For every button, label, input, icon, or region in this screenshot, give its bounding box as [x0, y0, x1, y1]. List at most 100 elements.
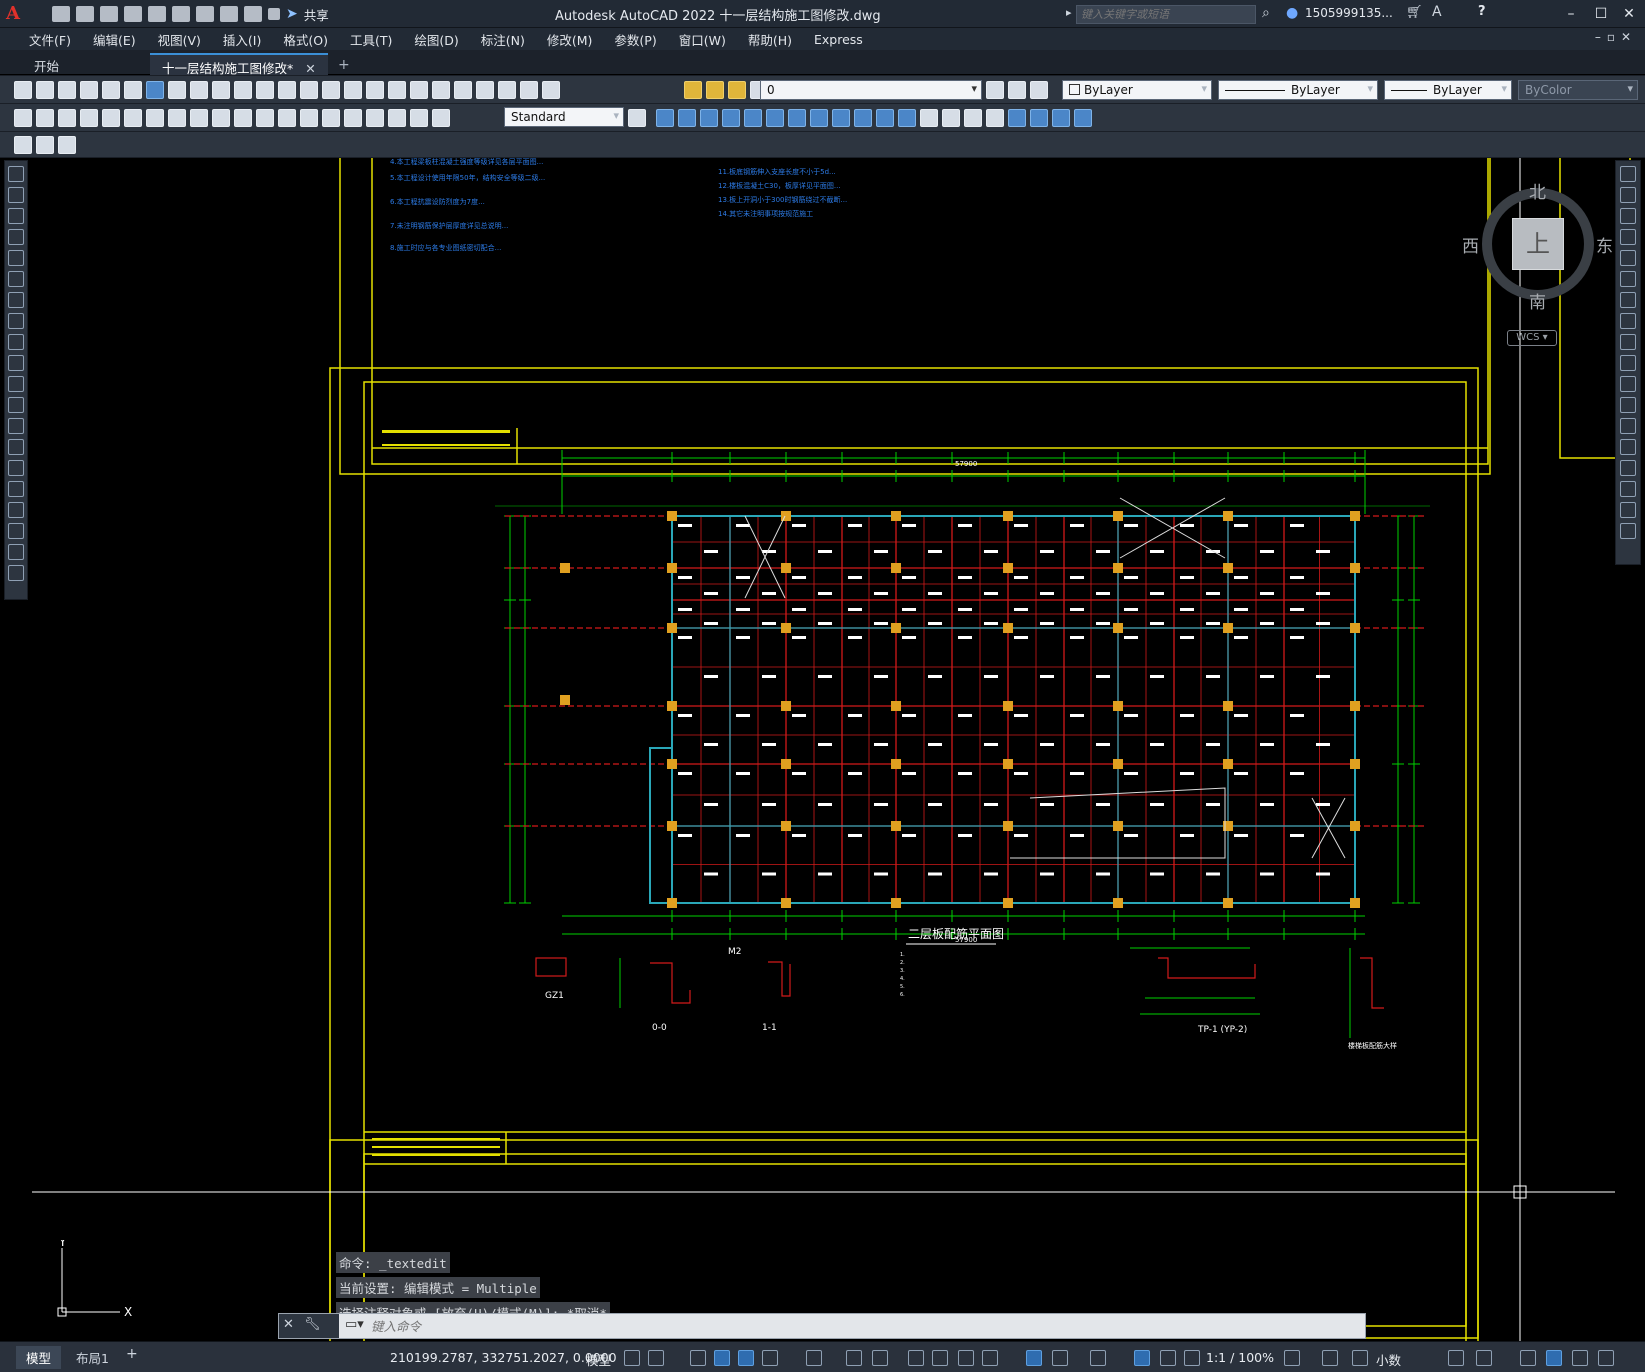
dim-diameter-icon[interactable]	[146, 109, 164, 127]
command-close-icon[interactable]: ✕	[283, 1317, 294, 1332]
menu-help[interactable]: 帮助(H)	[737, 30, 803, 49]
zoom-window-icon[interactable]	[366, 81, 384, 99]
command-input[interactable]	[371, 1317, 1271, 1335]
hatch-icon[interactable]	[8, 460, 24, 476]
paste-icon[interactable]	[212, 81, 230, 99]
annotation-scale-dropdown[interactable]: 1:1 / 100%	[1206, 1350, 1274, 1365]
design-center-icon[interactable]	[432, 81, 450, 99]
autodesk-app-icon[interactable]: A	[1432, 4, 1442, 20]
break-at-point-icon[interactable]	[1620, 397, 1636, 413]
array-icon[interactable]	[1620, 250, 1636, 266]
workspace-save-icon[interactable]	[36, 136, 54, 154]
quick-dim-icon[interactable]	[190, 109, 208, 127]
publish-icon[interactable]	[124, 81, 142, 99]
jogged-linear-icon[interactable]	[366, 109, 384, 127]
tab-drawing[interactable]: 十一层结构施工图修改* ✕	[150, 53, 328, 76]
center-mark-icon[interactable]	[322, 109, 340, 127]
workspace-switch-icon[interactable]	[58, 136, 76, 154]
copy-object-icon[interactable]	[1620, 187, 1636, 203]
insert-block-icon[interactable]	[8, 397, 24, 413]
model-space-toggle[interactable]: 模型	[586, 1350, 611, 1369]
annotation-visibility-icon[interactable]	[1134, 1350, 1150, 1366]
tab-layout1[interactable]: 布局1	[70, 1346, 115, 1369]
scale-icon[interactable]	[1620, 313, 1636, 329]
polygon-icon[interactable]	[8, 229, 24, 245]
plot-icon[interactable]	[196, 6, 214, 22]
qnew-icon[interactable]	[14, 81, 32, 99]
3d-slice-icon[interactable]	[964, 109, 982, 127]
share-icon[interactable]: ➤	[286, 6, 298, 22]
3d-align-icon[interactable]	[1052, 109, 1070, 127]
dim-space-icon[interactable]	[256, 109, 274, 127]
table-icon[interactable]	[8, 523, 24, 539]
dynamic-input-icon[interactable]	[714, 1350, 730, 1366]
3d-array-icon[interactable]	[1074, 109, 1092, 127]
dim-linear-icon[interactable]	[14, 109, 32, 127]
layer-freeze-icon[interactable]	[706, 81, 724, 99]
inspection-icon[interactable]	[344, 109, 362, 127]
compass-north[interactable]: 北	[1529, 178, 1546, 203]
block-editor-icon[interactable]	[256, 81, 274, 99]
help-icon[interactable]	[542, 81, 560, 99]
3d-extrude-icon[interactable]	[810, 109, 828, 127]
make-current-layer-icon[interactable]	[986, 81, 1004, 99]
save-web-icon[interactable]	[172, 6, 190, 22]
properties-icon[interactable]	[410, 81, 428, 99]
close-icon[interactable]: ✕	[1618, 4, 1640, 24]
offset-icon[interactable]	[1620, 229, 1636, 245]
3d-torus-icon[interactable]	[766, 109, 784, 127]
maximize-icon[interactable]: ☐	[1590, 4, 1612, 24]
3d-move-icon[interactable]	[1008, 109, 1026, 127]
units-dropdown[interactable]: 小数	[1376, 1350, 1401, 1369]
gradient-icon[interactable]	[8, 481, 24, 497]
fillet-icon[interactable]	[1620, 481, 1636, 497]
undo-icon[interactable]	[278, 81, 296, 99]
layer-previous-icon[interactable]	[1008, 81, 1026, 99]
3d-section-icon[interactable]	[986, 109, 1004, 127]
mirror-icon[interactable]	[1620, 208, 1636, 224]
tool-palettes-icon[interactable]	[454, 81, 472, 99]
workspace-settings-icon[interactable]	[14, 136, 32, 154]
autocad-logo-icon[interactable]: A	[6, 3, 28, 25]
extend-icon[interactable]	[1620, 376, 1636, 392]
new-file-icon[interactable]	[52, 6, 70, 22]
3d-union-icon[interactable]	[898, 109, 916, 127]
viewcube-top-face[interactable]: 上	[1512, 218, 1564, 270]
customization-icon[interactable]	[1598, 1350, 1614, 1366]
viewcube[interactable]: 上 北 南 西 东 WCS ▾	[1462, 170, 1622, 360]
dim-text-edit-icon[interactable]	[410, 109, 428, 127]
save-icon[interactable]	[58, 81, 76, 99]
layer-lock-icon[interactable]	[728, 81, 746, 99]
3d-box-icon[interactable]	[656, 109, 674, 127]
snap-icon[interactable]	[648, 1350, 664, 1366]
search-expand-icon[interactable]: ▸	[1066, 6, 1072, 19]
zoom-previous-icon[interactable]	[388, 81, 406, 99]
mtext-icon[interactable]	[8, 544, 24, 560]
open-icon[interactable]	[36, 81, 54, 99]
menu-window[interactable]: 窗口(W)	[668, 30, 737, 49]
undo-icon[interactable]	[220, 6, 238, 22]
erase-icon[interactable]	[1620, 166, 1636, 182]
point-icon[interactable]	[8, 439, 24, 455]
make-block-icon[interactable]	[8, 418, 24, 434]
graphics-performance-icon[interactable]	[1546, 1350, 1562, 1366]
ellipse-arc-icon[interactable]	[8, 376, 24, 392]
line-icon[interactable]	[8, 166, 24, 182]
chamfer-icon[interactable]	[1620, 460, 1636, 476]
cut-icon[interactable]	[168, 81, 186, 99]
save-icon[interactable]	[100, 6, 118, 22]
quick-properties-icon[interactable]	[1448, 1350, 1464, 1366]
3d-sphere-icon[interactable]	[722, 109, 740, 127]
menu-parametric[interactable]: 参数(P)	[603, 30, 667, 49]
add-selected-icon[interactable]	[8, 565, 24, 581]
dim-ordinate-icon[interactable]	[80, 109, 98, 127]
blend-curves-icon[interactable]	[1620, 502, 1636, 518]
break-icon[interactable]	[1620, 418, 1636, 434]
lock-ui-icon[interactable]	[1476, 1350, 1492, 1366]
plotstyle-dropdown[interactable]: ByColor	[1518, 80, 1638, 100]
isolate-objects-icon[interactable]	[1520, 1350, 1536, 1366]
customize-dropdown-icon[interactable]	[268, 8, 280, 20]
menu-view[interactable]: 视图(V)	[147, 30, 212, 49]
region-icon[interactable]	[8, 502, 24, 518]
redo-icon[interactable]	[244, 6, 262, 22]
